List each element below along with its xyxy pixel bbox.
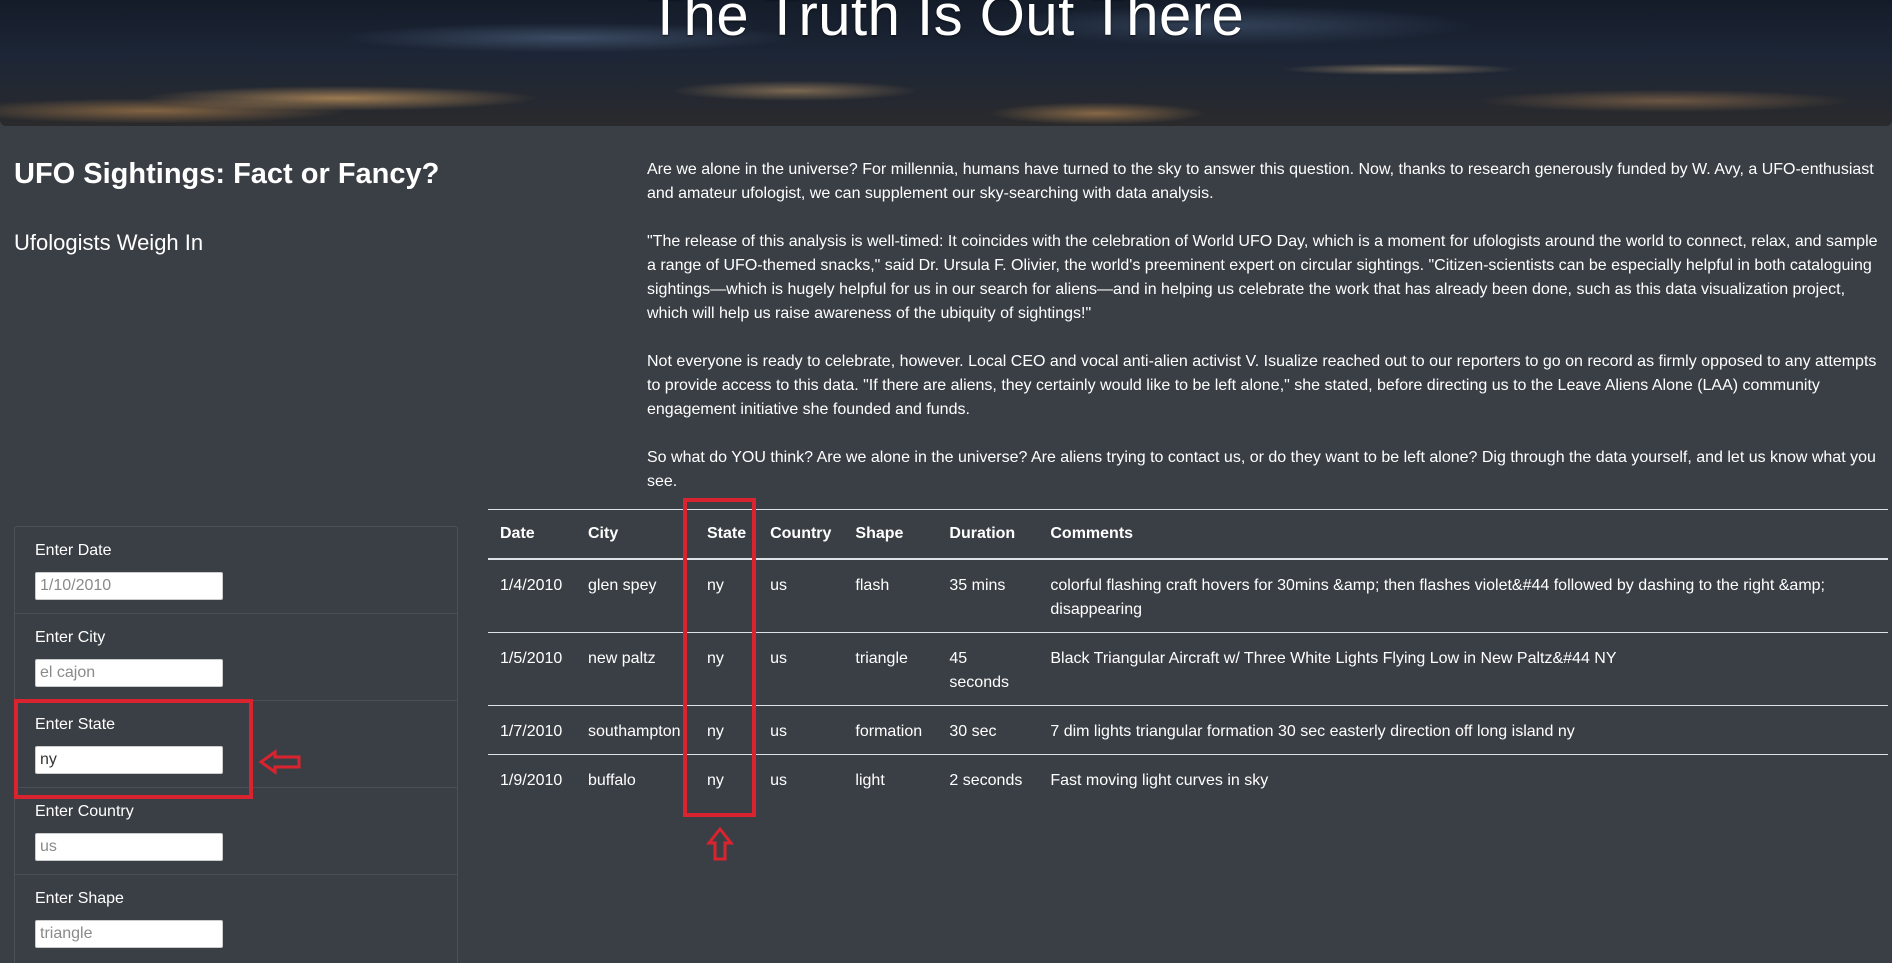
hero-banner: The Truth Is Out There (0, 0, 1892, 126)
state-filter-highlight-box (14, 699, 253, 799)
filter-item-shape: Enter Shape (15, 875, 457, 962)
cell-shape: triangle (843, 632, 938, 706)
cell-city: buffalo (587, 772, 636, 789)
intro-paragraph: So what do YOU think? Are we alone in th… (647, 449, 1876, 490)
cell-shape: flash (843, 559, 938, 633)
cell-date: 1/5/2010 (488, 632, 576, 706)
shape-filter-label: Enter Shape (35, 890, 124, 907)
city-filter-label: Enter City (35, 629, 106, 646)
cell-duration: 45 seconds (937, 632, 1039, 706)
cell-country: us (758, 632, 844, 706)
cell-duration: 2 seconds (949, 772, 1023, 789)
up-arrow-icon (706, 826, 734, 861)
column-header-shape[interactable]: Shape (843, 509, 938, 560)
cell-date: 1/4/2010 (488, 559, 576, 633)
cell-shape: light (855, 772, 885, 789)
cell-comments: colorful flashing craft hovers for 30min… (1038, 559, 1888, 633)
cell-duration: 35 mins (937, 559, 1039, 633)
country-filter-label: Enter Country (35, 803, 134, 820)
column-header-city[interactable]: City (575, 509, 695, 560)
cell-country: us (758, 705, 844, 755)
cell-date: 1/7/2010 (488, 705, 576, 755)
cell-city: southampton (575, 705, 695, 755)
filter-item-date: Enter Date (15, 527, 457, 614)
date-filter-label: Enter Date (35, 542, 112, 559)
cell-duration: 30 sec (937, 705, 1039, 755)
city-filter-input[interactable] (35, 659, 223, 687)
cell-country: us (770, 772, 787, 789)
shape-filter-input[interactable] (35, 920, 223, 948)
page-title: UFO Sightings: Fact or Fancy? (14, 158, 440, 190)
cell-city: new paltz (575, 632, 695, 706)
cell-comments: Fast moving light curves in sky (1050, 772, 1269, 789)
column-header-comments[interactable]: Comments (1038, 509, 1888, 560)
cell-city: glen spey (575, 559, 695, 633)
left-arrow-icon (258, 749, 301, 775)
filter-item-country: Enter Country (15, 788, 457, 875)
filter-item-city: Enter City (15, 614, 457, 701)
hero-title: The Truth Is Out There (647, 0, 1245, 48)
state-column-highlight-box (683, 498, 756, 817)
cell-country: us (758, 559, 844, 633)
date-filter-input[interactable] (35, 572, 223, 600)
page-subtitle: Ufologists Weigh In (14, 230, 204, 255)
cell-shape: formation (843, 705, 938, 755)
column-header-country[interactable]: Country (758, 509, 844, 560)
cell-comments: 7 dim lights triangular formation 30 sec… (1038, 705, 1888, 755)
column-header-date[interactable]: Date (488, 509, 576, 560)
cell-comments: Black Triangular Aircraft w/ Three White… (1038, 632, 1888, 706)
column-header-duration[interactable]: Duration (937, 509, 1039, 560)
intro-text: Are we alone in the universe? For millen… (647, 158, 1887, 518)
intro-paragraph: Are we alone in the universe? For millen… (647, 161, 1874, 202)
intro-paragraph: Not everyone is ready to celebrate, howe… (647, 353, 1877, 418)
cell-date: 1/9/2010 (500, 772, 563, 789)
country-filter-input[interactable] (35, 833, 223, 861)
intro-paragraph: "The release of this analysis is well-ti… (647, 233, 1878, 322)
